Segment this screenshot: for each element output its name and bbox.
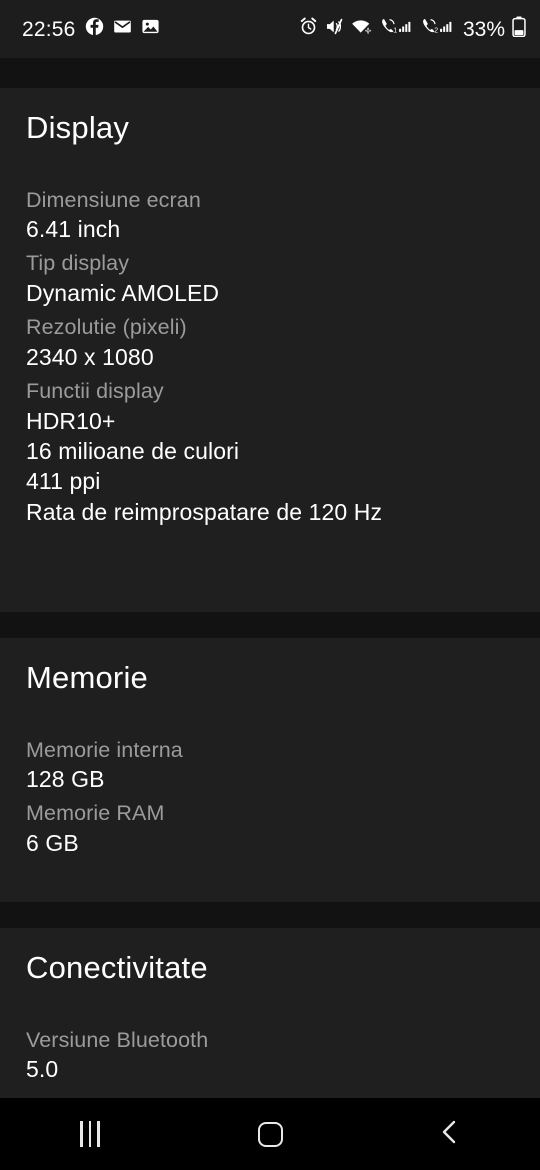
facebook-icon — [85, 17, 104, 41]
section-divider-1 — [0, 612, 540, 638]
back-button[interactable] — [400, 1098, 500, 1170]
spec-row: Memorie RAM 6 GB — [26, 800, 514, 858]
sim1-signal-icon: 1 — [379, 17, 413, 41]
status-bar-right: 1 2 33% — [299, 16, 526, 42]
spec-value: 2340 x 1080 — [26, 343, 154, 370]
svg-text:1: 1 — [393, 28, 397, 35]
wifi-icon — [351, 17, 372, 41]
section-display: Display Dimensiune ecran 6.41 inch Tip d… — [0, 88, 540, 612]
section-title-conectivitate: Conectivitate — [26, 950, 208, 985]
spec-label: Versiune Bluetooth — [26, 1027, 209, 1052]
spec-label: Functii display — [26, 379, 164, 404]
phone-screen: 22:56 1 2 33% Display Dimensiune ecran 6… — [0, 0, 540, 1170]
section-memorie: Memorie Memorie interna 128 GB Memorie R… — [0, 638, 540, 902]
section-title-display: Display — [26, 110, 130, 145]
svg-text:2: 2 — [434, 28, 438, 35]
battery-icon — [512, 16, 526, 42]
recents-icon — [80, 1121, 100, 1147]
mute-icon — [325, 17, 344, 41]
spec-value: Dynamic AMOLED — [26, 279, 220, 306]
spec-value: 5.0 — [26, 1056, 59, 1083]
spec-row: Functii display HDR10+ 16 milioane de cu… — [26, 378, 514, 527]
spec-label: Rezolutie (pixeli) — [26, 315, 187, 340]
spec-label: Memorie RAM — [26, 801, 165, 826]
spec-value-line: Rata de reimprospatare de 120 Hz — [26, 498, 383, 525]
recents-button[interactable] — [40, 1098, 140, 1170]
navigation-bar — [0, 1098, 540, 1170]
spec-value: 6.41 inch — [26, 216, 121, 243]
sim2-signal-icon: 2 — [420, 17, 454, 41]
spec-value-line: 16 milioane de culori — [26, 438, 240, 465]
section-divider-top — [0, 58, 540, 88]
spec-row: Dimensiune ecran 6.41 inch — [26, 187, 514, 245]
email-icon — [113, 17, 132, 41]
spec-row: Versiune Bluetooth 5.0 — [26, 1027, 514, 1085]
alarm-icon — [299, 17, 318, 41]
status-bar-left: 22:56 — [22, 17, 160, 41]
spec-row: Rezolutie (pixeli) 2340 x 1080 — [26, 314, 514, 372]
status-clock: 22:56 — [22, 17, 76, 41]
spec-label: Memorie interna — [26, 737, 183, 762]
status-bar: 22:56 1 2 33% — [0, 0, 540, 58]
spec-value: 128 GB — [26, 766, 105, 793]
gallery-icon — [141, 17, 160, 41]
spec-label: Tip display — [26, 251, 130, 276]
spec-row: Memorie interna 128 GB — [26, 737, 514, 795]
back-icon — [437, 1118, 463, 1151]
section-divider-2 — [0, 902, 540, 928]
spec-label: Dimensiune ecran — [26, 187, 201, 212]
section-conectivitate: Conectivitate Versiune Bluetooth 5.0 — [0, 928, 540, 1098]
spec-row: Tip display Dynamic AMOLED — [26, 250, 514, 308]
spec-value-line: 411 ppi — [26, 468, 101, 495]
battery-percent-label: 33% — [462, 17, 505, 41]
home-button[interactable] — [220, 1098, 320, 1170]
section-title-memorie: Memorie — [26, 660, 148, 695]
spec-value-line: HDR10+ — [26, 407, 116, 434]
spec-value-multiline: HDR10+ 16 milioane de culori 411 ppi Rat… — [26, 406, 514, 527]
spec-value: 6 GB — [26, 829, 79, 856]
home-icon — [257, 1121, 283, 1147]
